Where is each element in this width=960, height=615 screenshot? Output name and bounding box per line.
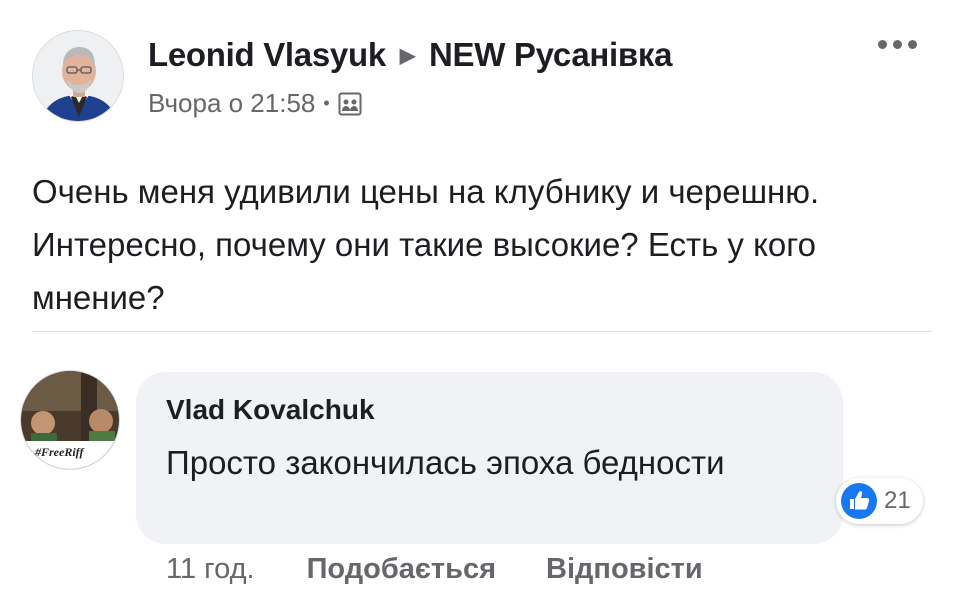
commenter-avatar[interactable]: #FreeRiff: [20, 370, 120, 470]
group-name[interactable]: NEW Русанівка: [429, 36, 672, 73]
comment-time[interactable]: 11 год.: [166, 553, 255, 586]
triangle-right-icon: ▶: [399, 45, 415, 67]
avatar-caption: #FreeRiff: [35, 445, 84, 459]
post-author-name[interactable]: Leonid Vlasyuk: [148, 36, 386, 73]
post-meta: Вчора о 21:58 •: [148, 88, 362, 119]
post-author-avatar[interactable]: [32, 30, 124, 122]
post-text: Очень меня удивили цены на клубнику и че…: [32, 173, 820, 316]
comment-bubble: Vlad Kovalchuk Просто закончилась эпоха …: [136, 372, 843, 544]
more-options-icon[interactable]: [874, 34, 920, 54]
comment-actions: 11 год. Подобається Відповісти: [166, 553, 703, 586]
reactions-count: 21: [884, 487, 911, 514]
like-button[interactable]: Подобається: [307, 553, 496, 586]
reply-button[interactable]: Відповісти: [546, 553, 703, 586]
post-header: Leonid Vlasyuk ▶ NEW Русанівка: [148, 36, 672, 74]
comment-text: Просто закончилась эпоха бедности: [166, 444, 725, 481]
like-icon: [840, 482, 878, 520]
commenter-name[interactable]: Vlad Kovalchuk: [166, 394, 375, 426]
reactions-summary[interactable]: 21: [836, 478, 923, 524]
separator-dot: •: [323, 93, 330, 113]
divider: [32, 331, 932, 332]
post-timestamp[interactable]: Вчора о 21:58: [148, 88, 315, 119]
group-icon: [338, 92, 362, 116]
